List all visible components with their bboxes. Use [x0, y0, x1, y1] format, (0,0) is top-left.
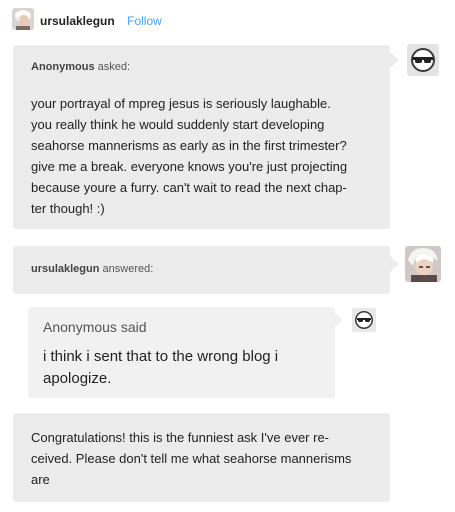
ask-line: ter though! :) — [31, 201, 105, 216]
quoted-line: apologize. — [43, 370, 112, 387]
answer-bubble-tail — [390, 256, 399, 272]
ask-bubble-tail — [390, 52, 399, 68]
ask-bubble: Anonymous asked: your portrayal of mpreg… — [13, 45, 390, 229]
answer-meta: ursulaklegun answered: — [31, 263, 153, 275]
ask-meta: Anonymous asked: — [31, 61, 130, 73]
ask-line: because youre a furry. can't wait to rea… — [31, 180, 347, 195]
quoted-reply-bubble: Anonymous said i think i sent that to th… — [28, 307, 335, 398]
ask-line: your portrayal of mpreg jesus is serious… — [31, 96, 331, 111]
reply-text: Congratulations! this is the funniest as… — [31, 427, 381, 490]
answer-header: ursulaklegun answered: — [13, 246, 390, 294]
ask-text: your portrayal of mpreg jesus is serious… — [31, 93, 381, 219]
ask-line: you really think he would suddenly start… — [31, 117, 325, 132]
quoted-bubble-tail — [335, 313, 343, 327]
quoted-said: said — [120, 319, 147, 335]
quoted-line: i think i sent that to the wrong blog i — [43, 348, 279, 365]
ask-line: give me a break. everyone knows you're j… — [31, 159, 348, 174]
quoted-text: i think i sent that to the wrong blog i … — [43, 346, 328, 390]
blog-name[interactable]: ursulaklegun — [40, 14, 115, 28]
answer-verb: answered: — [102, 263, 154, 275]
quoted-meta: Anonymous said — [43, 319, 147, 335]
answerer-name[interactable]: ursulaklegun — [31, 263, 99, 275]
reply-bubble: Congratulations! this is the funniest as… — [13, 413, 390, 502]
reply-line: Congratulations! this is the funniest as… — [31, 430, 330, 445]
blog-avatar[interactable] — [12, 8, 34, 30]
reply-line: ceived. Please don't tell me what seahor… — [31, 451, 352, 466]
quoted-name[interactable]: Anonymous — [43, 319, 117, 335]
anonymous-avatar-icon — [407, 44, 439, 76]
ask-verb: asked: — [97, 61, 131, 73]
follow-button[interactable]: Follow — [127, 14, 162, 28]
asker-name[interactable]: Anonymous — [31, 61, 95, 73]
answerer-avatar[interactable] — [405, 246, 441, 282]
ask-line: seahorse mannerisms as early as in the f… — [31, 138, 347, 153]
quoted-anonymous-icon — [352, 308, 376, 332]
reply-line: are — [31, 472, 50, 487]
